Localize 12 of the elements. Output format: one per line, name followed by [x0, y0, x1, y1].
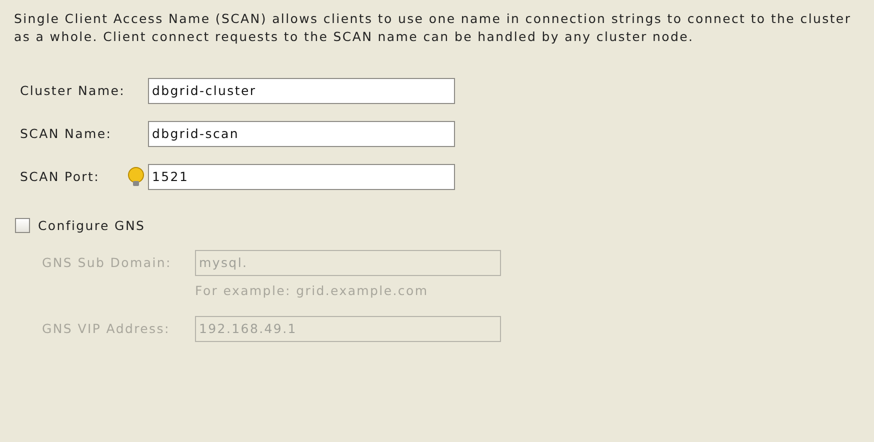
field-label: SCAN Name:: [20, 126, 113, 141]
field-label: GNS Sub Domain:: [42, 255, 172, 270]
input-field[interactable]: dbgrid-cluster: [148, 78, 455, 104]
input-field[interactable]: 1521: [148, 164, 455, 190]
input-field[interactable]: dbgrid-scan: [148, 120, 455, 146]
field-label: SCAN Port:: [20, 169, 101, 184]
field-label: Cluster Name:: [20, 83, 126, 98]
checkbox-label[interactable]: Configure GNS: [38, 218, 146, 233]
checkbox[interactable]: [15, 218, 30, 233]
description-text: Single Client Access Name (SCAN) allows clients to use one name in connection strings to connect to the cluster as a whole. Client connect requests to the SCAN name can be handled by any cluster node.: [14, 10, 852, 46]
example-hint: For example: grid.example.com: [195, 283, 430, 298]
field-label: GNS VIP Address:: [42, 321, 171, 336]
